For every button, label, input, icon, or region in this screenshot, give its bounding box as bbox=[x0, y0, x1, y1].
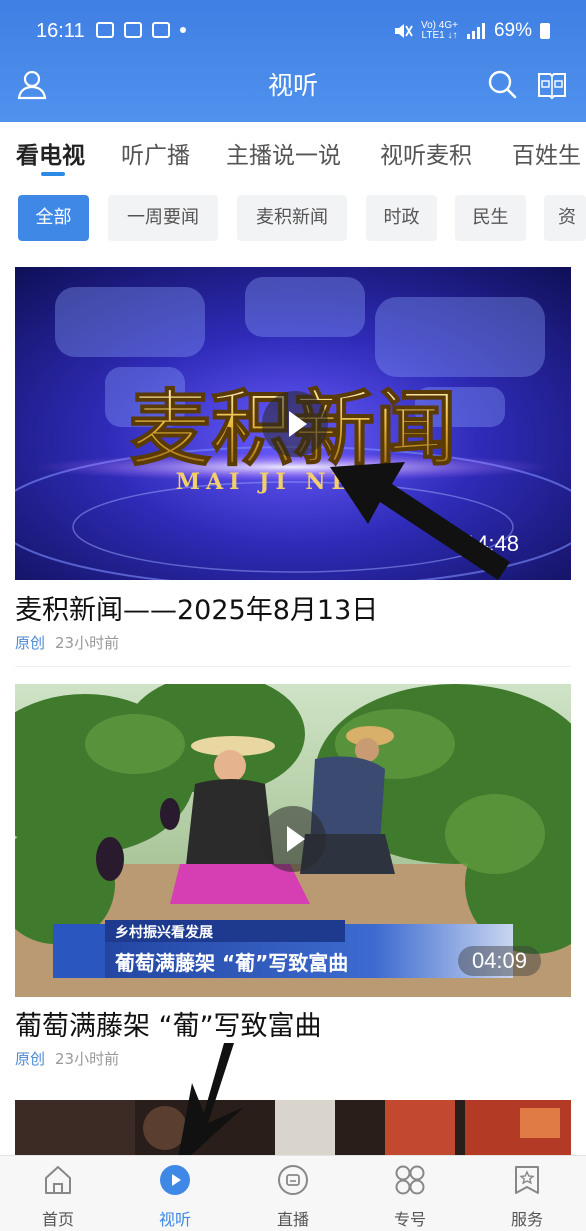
signal-icon bbox=[466, 23, 485, 39]
grid-circles-icon bbox=[395, 1165, 425, 1195]
play-button[interactable] bbox=[262, 391, 328, 457]
nav-home[interactable]: 首页 bbox=[18, 1164, 98, 1230]
search-icon[interactable] bbox=[486, 68, 518, 100]
video-thumbnail-grapes[interactable]: 乡村振兴看发展 葡萄满藤架 “葡”写致富曲 04:09 bbox=[15, 684, 571, 997]
chip-politics[interactable]: 时政 bbox=[366, 195, 437, 241]
mute-icon bbox=[395, 24, 413, 38]
nav-services[interactable]: 服务 bbox=[487, 1164, 567, 1230]
nav-label: 直播 bbox=[276, 1210, 309, 1229]
tab-people-life[interactable]: 百姓生 bbox=[512, 136, 581, 170]
video-thumbnail-partial[interactable] bbox=[15, 1100, 571, 1155]
play-circle-icon bbox=[160, 1165, 190, 1195]
active-tab-indicator bbox=[41, 172, 65, 176]
nav-audio-video[interactable]: 视听 bbox=[135, 1164, 215, 1230]
nav-label: 专号 bbox=[393, 1210, 426, 1229]
chip-weekly-news[interactable]: 一周要闻 bbox=[108, 195, 218, 241]
nav-label: 首页 bbox=[41, 1210, 74, 1229]
battery-percent: 69% bbox=[493, 20, 532, 41]
video-title[interactable]: 葡萄满藤架 “葡”写致富曲 bbox=[15, 1004, 322, 1043]
video-meta: 原创 23小时前 bbox=[15, 1048, 119, 1069]
publish-time: 23小时前 bbox=[55, 1050, 120, 1068]
publish-time: 23小时前 bbox=[55, 634, 120, 652]
video-duration: 04:09 bbox=[457, 946, 541, 976]
network-indicator: Vo) 4G+ LTE1 ↓↑ bbox=[421, 20, 458, 41]
original-tag: 原创 bbox=[15, 634, 46, 652]
chip-all[interactable]: 全部 bbox=[18, 195, 89, 241]
live-tv-icon bbox=[278, 1165, 308, 1195]
annotation-arrow bbox=[330, 462, 510, 580]
gallery-notification-icon bbox=[96, 22, 114, 38]
nav-accounts[interactable]: 专号 bbox=[370, 1164, 450, 1230]
service-star-icon bbox=[515, 1166, 539, 1194]
banner-title: 葡萄满藤架 “葡”写致富曲 bbox=[114, 951, 348, 975]
logo-text-en: MAI JI NE bbox=[176, 469, 355, 495]
check-notification-icon bbox=[152, 22, 170, 38]
tab-radio[interactable]: 听广播 bbox=[121, 136, 190, 170]
bottom-navigation: 首页 视听 直播 专号 服务 bbox=[0, 1155, 586, 1231]
chip-more[interactable]: 资 bbox=[544, 195, 586, 241]
chip-livelihood[interactable]: 民生 bbox=[455, 195, 526, 241]
status-bar: 16:11 Vo) 4G+ LTE1 ↓↑ 69% bbox=[0, 0, 586, 60]
app-notification-icon bbox=[124, 22, 142, 38]
tab-maiji-av[interactable]: 视听麦积 bbox=[380, 136, 472, 170]
newspaper-icon[interactable] bbox=[536, 68, 568, 100]
battery-icon bbox=[540, 23, 550, 39]
app-header: 16:11 Vo) 4G+ LTE1 ↓↑ 69% 视听 bbox=[0, 0, 586, 122]
banner-subtitle: 乡村振兴看发展 bbox=[115, 924, 213, 941]
original-tag: 原创 bbox=[15, 1050, 46, 1068]
category-tabs: 看电视 听广播 主播说一说 视听麦积 百姓生 bbox=[0, 122, 586, 178]
nav-live[interactable]: 直播 bbox=[253, 1164, 333, 1230]
annotation-arrow bbox=[176, 1043, 244, 1169]
tab-anchor-talk[interactable]: 主播说一说 bbox=[226, 136, 341, 170]
nav-label: 视听 bbox=[158, 1210, 191, 1229]
chip-maiji-news[interactable]: 麦积新闻 bbox=[237, 195, 347, 241]
tab-watch-tv[interactable]: 看电视 bbox=[16, 136, 85, 170]
status-time: 16:11 bbox=[36, 20, 85, 42]
home-icon bbox=[45, 1166, 71, 1194]
nav-label: 服务 bbox=[510, 1210, 543, 1229]
video-title[interactable]: 麦积新闻——2025年8月13日 bbox=[15, 588, 378, 627]
video-meta: 原创 23小时前 bbox=[15, 632, 119, 653]
play-button[interactable] bbox=[260, 806, 326, 872]
partial-video-scene bbox=[15, 1100, 571, 1155]
more-notifications-dot bbox=[180, 27, 186, 33]
divider bbox=[15, 666, 571, 667]
